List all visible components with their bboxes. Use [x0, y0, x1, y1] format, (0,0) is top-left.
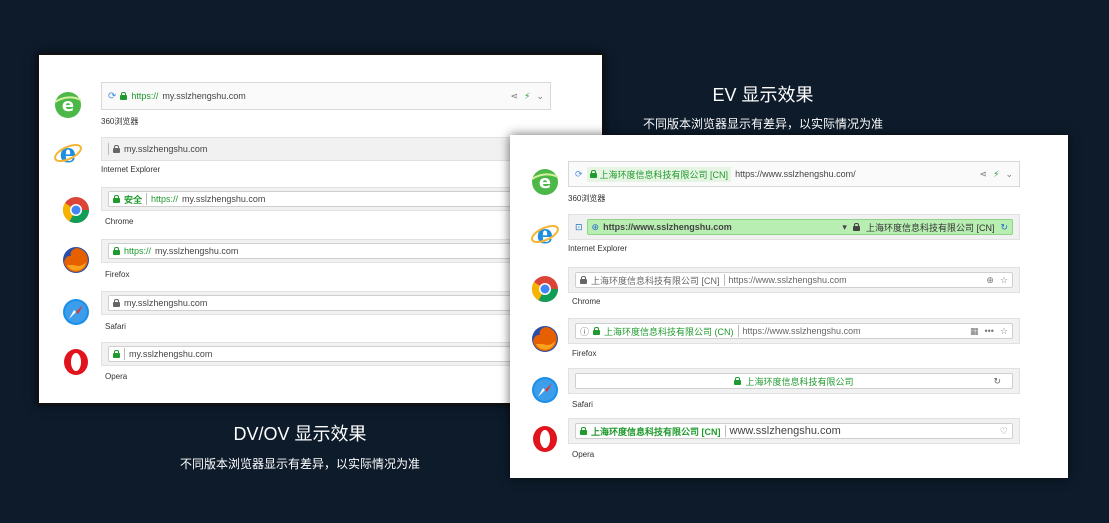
lock-icon	[113, 299, 120, 307]
refresh-icon[interactable]: ↻	[993, 376, 1001, 387]
star-icon[interactable]: ☆	[1000, 326, 1008, 337]
internet-explorer-icon: e	[531, 220, 559, 249]
lock-icon	[113, 350, 120, 358]
lock-icon	[593, 327, 601, 335]
ev-title: EV 显示效果	[712, 85, 814, 105]
dropdown-icon[interactable]: ▾	[842, 222, 847, 233]
chevron-down-icon[interactable]: ⌄	[536, 91, 544, 102]
ev-opera-urlbar[interactable]: 上海环度信息科技有限公司 [CN] www.sslzhengshu.com ♡	[575, 423, 1013, 439]
ev-chrome-omnibox[interactable]: 上海环度信息科技有限公司 [CN] https://www.sslzhengsh…	[575, 272, 1013, 288]
refresh-icon: ⟳	[108, 90, 117, 102]
qr-code-icon[interactable]: ▦	[970, 326, 979, 337]
dv-360-address-bar[interactable]: ⟳ https://my.sslzhengshu.com ⋖ ⚡ ⌄	[101, 82, 551, 110]
page-icon: ⊡	[575, 221, 583, 232]
ev-row-ie: e ⊡ ⊕ https://www.sslzhengshu.com ▾ 上海环度…	[510, 212, 1068, 262]
share-icon[interactable]: ⋖	[980, 169, 988, 180]
chevron-down-icon[interactable]: ⌄	[1005, 169, 1013, 180]
firefox-icon	[532, 326, 558, 352]
ev-safari-address-bar[interactable]: 上海环度信息科技有限公司 ↻	[568, 368, 1020, 394]
ev-row-safari: 上海环度信息科技有限公司 ↻ Safari	[510, 366, 1068, 416]
lock-icon	[113, 247, 120, 255]
lock-icon	[580, 276, 587, 284]
dv-safari-urlbar[interactable]: my.sslzhengshu.com	[108, 295, 554, 311]
safari-icon	[63, 299, 89, 325]
dv-opera-urlbar[interactable]: my.sslzhengshu.com	[108, 346, 554, 362]
dv-chrome-address-bar[interactable]: 安全 https://my.sslzhengshu.com	[101, 187, 561, 211]
lock-icon	[120, 92, 128, 100]
refresh-icon[interactable]: ↻	[1000, 222, 1008, 233]
dv-row-360: e ⟳ https://my.sslzhengshu.com ⋖ ⚡ ⌄ 360浏览…	[39, 80, 602, 130]
firefox-icon	[63, 247, 89, 273]
ev-row-firefox: ⓘ 上海环度信息科技有限公司 (CN) https://www.sslzheng…	[510, 316, 1068, 366]
dv-ov-title: DV/OV 显示效果	[233, 424, 367, 444]
chrome-icon	[531, 276, 559, 303]
ev-safari-urlbar[interactable]: 上海环度信息科技有限公司 ↻	[575, 373, 1013, 389]
ev-firefox-urlbar[interactable]: ⓘ 上海环度信息科技有限公司 (CN) https://www.sslzheng…	[575, 323, 1013, 339]
dv-ov-subtitle: 不同版本浏览器显示有差异，以实际情况为准	[179, 457, 420, 471]
bolt-icon[interactable]: ⚡	[524, 91, 530, 102]
chrome-icon	[62, 197, 90, 224]
dv-chrome-omnibox[interactable]: 安全 https://my.sslzhengshu.com	[108, 191, 554, 207]
ev-ie-urlbar[interactable]: ⊕ https://www.sslzhengshu.com ▾ 上海环度信息科技…	[586, 219, 1013, 235]
lock-icon	[852, 223, 860, 231]
ev-row-chrome: 上海环度信息科技有限公司 [CN] https://www.sslzhengsh…	[510, 265, 1068, 315]
dv-ie-address-bar[interactable]: my.sslzhengshu.com	[101, 137, 561, 161]
internet-explorer-icon: e	[54, 139, 82, 168]
ev-360-address-bar[interactable]: ⟳ 上海环度信息科技有限公司 [CN] https://www.sslzheng…	[568, 161, 1020, 187]
360-browser-icon: e	[54, 92, 82, 118]
dv-opera-address-bar[interactable]: my.sslzhengshu.com	[101, 342, 561, 366]
star-icon[interactable]: ☆	[1000, 275, 1008, 286]
lock-icon	[113, 145, 120, 153]
lock-icon	[113, 195, 120, 203]
globe-icon: ⊕	[591, 221, 600, 232]
zoom-icon[interactable]: ⊕	[986, 275, 994, 286]
ev-row-360: e ⟳ 上海环度信息科技有限公司 [CN] https://www.sslzhe…	[510, 159, 1068, 209]
share-icon[interactable]: ⋖	[511, 91, 519, 102]
dv-firefox-urlbar[interactable]: https://my.sslzhengshu.com	[108, 243, 554, 259]
svg-text:e: e	[60, 139, 77, 168]
ev-row-opera: 上海环度信息科技有限公司 [CN] www.sslzhengshu.com ♡ …	[510, 416, 1068, 466]
ev-screenshot-panel: e ⟳ 上海环度信息科技有限公司 [CN] https://www.sslzhe…	[510, 135, 1068, 478]
ev-ie-address-bar[interactable]: ⊡ ⊕ https://www.sslzhengshu.com ▾ 上海环度信息…	[568, 214, 1020, 240]
refresh-icon: ⟳	[575, 168, 583, 179]
ev-chrome-address-bar[interactable]: 上海环度信息科技有限公司 [CN] https://www.sslzhengsh…	[568, 267, 1020, 293]
bolt-icon[interactable]: ⚡	[993, 169, 999, 180]
lock-icon	[734, 377, 742, 385]
more-icon[interactable]: •••	[984, 326, 993, 336]
ev-firefox-address-bar[interactable]: ⓘ 上海环度信息科技有限公司 (CN) https://www.sslzheng…	[568, 318, 1020, 344]
lock-icon	[589, 170, 597, 178]
heart-icon[interactable]: ♡	[1000, 426, 1008, 437]
ev-opera-address-bar[interactable]: 上海环度信息科技有限公司 [CN] www.sslzhengshu.com ♡	[568, 418, 1020, 444]
lock-icon	[580, 427, 587, 435]
opera-icon	[533, 426, 557, 452]
safari-icon	[532, 377, 558, 403]
ev-subtitle: 不同版本浏览器显示有差异，以实际情况为准	[642, 117, 883, 131]
info-icon[interactable]: ⓘ	[580, 325, 589, 338]
opera-icon	[64, 349, 88, 375]
svg-text:e: e	[537, 220, 554, 249]
360-browser-icon: e	[531, 169, 559, 195]
dv-safari-address-bar[interactable]: my.sslzhengshu.com	[101, 291, 561, 315]
dv-firefox-address-bar[interactable]: https://my.sslzhengshu.com	[101, 239, 561, 263]
